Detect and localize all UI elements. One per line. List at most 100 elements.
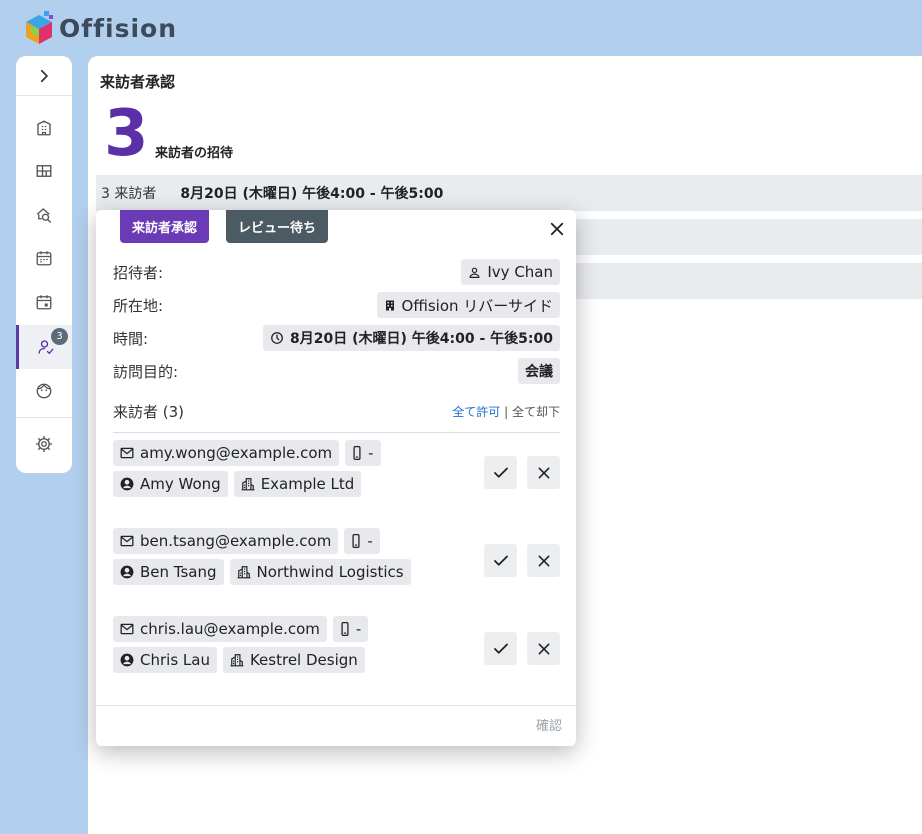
company-icon: [241, 478, 255, 491]
location-value: Offision リバーサイド: [401, 296, 553, 315]
phone-chip: -: [332, 616, 369, 642]
visitor-company: Example Ltd: [260, 475, 355, 493]
mail-icon: [120, 447, 134, 459]
sidebar-item-office-building[interactable]: [16, 106, 72, 150]
purpose-label: 訪問目的:: [113, 362, 179, 381]
visitor-company: Northwind Logistics: [256, 563, 404, 581]
check-icon: [493, 555, 508, 566]
time-chip: 8月20日 (木曜日) 午後4:00 - 午後5:00: [263, 325, 560, 351]
company-chip: Example Ltd: [233, 471, 362, 497]
reject-visitor-button[interactable]: [527, 456, 560, 489]
sidebar-item-settings[interactable]: [16, 422, 72, 466]
visitor-actions: [484, 632, 560, 665]
visitor-name: Chris Lau: [140, 651, 210, 669]
confirm-button[interactable]: 確認: [536, 715, 562, 734]
approve-visitor-button[interactable]: [484, 456, 517, 489]
invitation-row[interactable]: 3 来訪者 8月20日 (木曜日) 午後4:00 - 午後5:00: [96, 175, 922, 211]
visitor-actions: [484, 544, 560, 577]
time-row: 時間: 8月20日 (木曜日) 午後4:00 - 午後5:00: [113, 325, 560, 351]
host-label: 招待者:: [113, 263, 164, 282]
visitors-divider: [113, 432, 560, 433]
purpose-value: 会議: [525, 364, 553, 380]
company-icon: [230, 654, 244, 667]
person-icon: [469, 267, 480, 278]
sidebar-divider: [16, 417, 72, 418]
popover-footer-divider: [96, 705, 576, 706]
visitor-company: Kestrel Design: [249, 651, 358, 669]
sidebar-item-calendar-event[interactable]: [16, 280, 72, 324]
name-chip: Ben Tsang: [113, 559, 224, 585]
bulk-separator: |: [504, 405, 509, 419]
host-chip: Ivy Chan: [461, 259, 560, 285]
reject-visitor-button[interactable]: [527, 632, 560, 665]
close-icon: [538, 467, 549, 478]
location-label: 所在地:: [113, 296, 164, 315]
purpose-row: 訪問目的: 会議: [113, 358, 560, 384]
location-chip: Offision リバーサイド: [376, 292, 560, 318]
name-chip: Chris Lau: [113, 647, 217, 673]
time-label: 時間:: [113, 329, 149, 348]
sidebar-item-floor-map[interactable]: [16, 149, 72, 193]
account-circle-icon: [120, 653, 134, 667]
visitor-actions: [484, 456, 560, 489]
visitor-details: chris.lau@example.com - Chris Lau Kestre…: [113, 616, 478, 673]
gear-icon: [35, 435, 53, 453]
visitors-title: 来訪者 (3): [113, 403, 185, 421]
host-name: Ivy Chan: [487, 263, 553, 281]
close-icon: [538, 643, 549, 654]
phone-icon: [352, 534, 360, 548]
close-icon: [538, 555, 549, 566]
reject-all-link[interactable]: 全て却下: [512, 405, 560, 419]
purpose-chip: 会議: [518, 358, 560, 384]
sidebar-item-visitor-approval[interactable]: 3: [16, 325, 72, 369]
close-icon[interactable]: [548, 220, 566, 238]
visitor-invite-label: 来訪者の招待: [155, 146, 234, 161]
sidebar-item-face-recognition[interactable]: [16, 369, 72, 413]
company-icon: [237, 566, 250, 579]
visitor-email: ben.tsang@example.com: [140, 532, 332, 550]
bulk-actions: 全て許可 | 全て却下: [452, 403, 560, 420]
app-logo: Offision: [24, 11, 177, 45]
reject-visitor-button[interactable]: [527, 544, 560, 577]
email-chip: ben.tsang@example.com: [113, 528, 339, 554]
account-circle-icon: [120, 565, 134, 579]
visitor-name: Ben Tsang: [140, 563, 217, 581]
visitor-phone: -: [368, 444, 374, 462]
face-icon: [36, 383, 52, 399]
building-icon: [37, 120, 51, 136]
allow-all-link[interactable]: 全て許可: [452, 405, 500, 419]
visitor-phone: -: [355, 620, 362, 638]
host-row: 招待者: Ivy Chan: [113, 259, 560, 285]
offision-logo-icon: [26, 11, 53, 44]
phone-icon: [353, 446, 361, 460]
sidebar-item-calendar[interactable]: [16, 236, 72, 280]
page-title: 来訪者承認: [100, 73, 176, 91]
search-space-icon: [36, 208, 52, 223]
visitor-phone: -: [367, 532, 373, 550]
invitation-detail-popover: 来訪者承認 レビュー待ち 招待者: Ivy Chan 所在地: Offision…: [96, 210, 576, 746]
invitation-visitor-count: 3 来訪者: [101, 186, 157, 202]
calendar-event-icon: [36, 295, 52, 310]
check-icon: [493, 467, 508, 478]
approve-visitor-button[interactable]: [484, 544, 517, 577]
company-chip: Northwind Logistics: [229, 559, 411, 585]
phone-chip: -: [344, 528, 380, 554]
clock-icon: [271, 332, 283, 344]
visitor-email: amy.wong@example.com: [140, 444, 333, 462]
approve-visitors-button[interactable]: 来訪者承認: [120, 210, 210, 243]
time-value: 8月20日 (木曜日) 午後4:00 - 午後5:00: [290, 331, 553, 347]
company-chip: Kestrel Design: [222, 647, 365, 673]
mail-icon: [120, 535, 134, 547]
email-chip: chris.lau@example.com: [113, 616, 327, 642]
map-icon: [36, 165, 52, 177]
approve-visitor-button[interactable]: [484, 632, 517, 665]
invitation-time: 8月20日 (木曜日) 午後4:00 - 午後5:00: [180, 186, 444, 202]
check-icon: [493, 643, 508, 654]
sidebar-item-search-space[interactable]: [16, 193, 72, 237]
building-icon: [385, 300, 394, 310]
phone-chip: -: [345, 440, 381, 466]
pending-review-button[interactable]: レビュー待ち: [226, 210, 329, 243]
sidebar-expand-button[interactable]: [16, 56, 72, 96]
calendar-icon: [36, 251, 52, 266]
visitor-invite-count: 3: [104, 97, 149, 171]
